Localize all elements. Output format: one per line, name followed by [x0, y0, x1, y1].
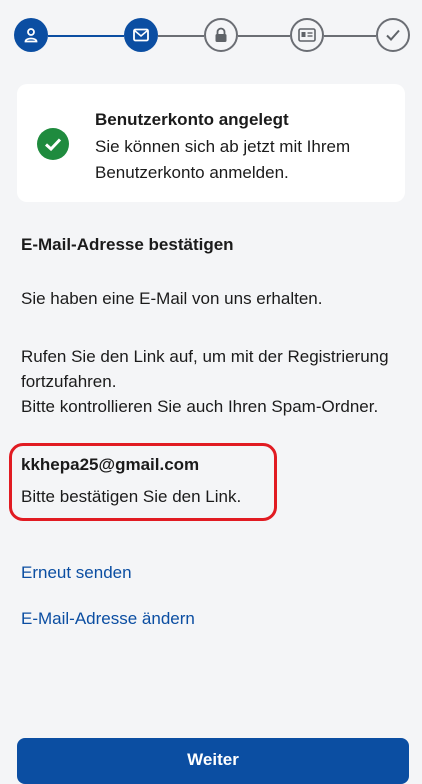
change-email-link[interactable]: E-Mail-Adresse ändern	[21, 609, 195, 629]
stepper-line	[324, 35, 376, 37]
step-email	[124, 18, 158, 52]
step-user	[14, 18, 48, 52]
received-text: Sie haben eine E-Mail von uns erhalten.	[21, 289, 323, 308]
mail-icon	[133, 28, 149, 42]
stepper-line-completed	[48, 35, 124, 37]
stepper-line	[158, 35, 204, 37]
resend-link[interactable]: Erneut senden	[21, 563, 132, 583]
check-icon	[385, 28, 401, 42]
check-circle-icon	[37, 128, 69, 160]
card-title: Benutzerkonto angelegt	[95, 110, 289, 129]
id-card-icon	[298, 28, 316, 42]
continue-button[interactable]: Weiter	[17, 738, 409, 784]
page-heading: E-Mail-Adresse bestätigen	[21, 235, 234, 254]
step-identity	[290, 18, 324, 52]
registration-stepper	[14, 18, 410, 54]
step-password	[204, 18, 238, 52]
instructions-text: Rufen Sie den Link auf, um mit der Regis…	[21, 347, 389, 391]
email-address: kkhepa25@gmail.com	[21, 455, 200, 474]
stepper-line	[238, 35, 290, 37]
card-message: Sie können sich ab jetzt mit Ihrem Benut…	[95, 137, 351, 182]
step-complete	[376, 18, 410, 52]
account-created-card: Benutzerkonto angelegt Sie können sich a…	[17, 84, 405, 202]
lock-icon	[214, 27, 228, 43]
confirm-prompt: Bitte bestätigen Sie den Link.	[21, 487, 242, 506]
user-icon	[23, 27, 39, 43]
spam-hint-text: Bitte kontrollieren Sie auch Ihren Spam-…	[21, 397, 379, 416]
